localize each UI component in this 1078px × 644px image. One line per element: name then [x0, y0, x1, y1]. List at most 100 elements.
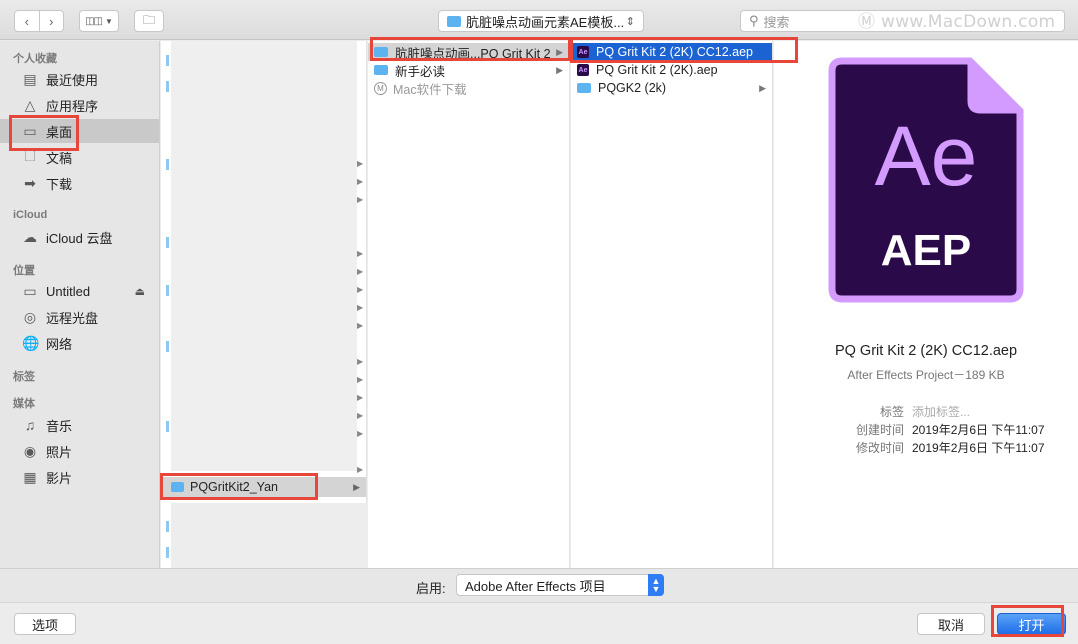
macdown-icon: M [374, 81, 387, 95]
path-popup[interactable]: 肮脏噪点动画元素AE模板... ⇕ [438, 10, 644, 32]
disclosure-arrow-icon: ▶ [357, 285, 364, 294]
sidebar-item-applications[interactable]: △ 应用程序 [0, 93, 159, 117]
music-icon: ♫ [24, 417, 36, 433]
folder-icon [166, 341, 169, 352]
meta-key: 标签 [879, 405, 904, 419]
browser-column-2[interactable]: 肮脏噪点动画...PQ Grit Kit 2 ▶ 新手必读 ▶ M Mac软件下… [368, 41, 570, 568]
sidebar-item-label: 下载 [46, 176, 73, 192]
favorites-header: 个人收藏 [13, 53, 57, 65]
folder-name: 肮脏噪点动画...PQ Grit Kit 2 [395, 46, 551, 61]
folder-row-selected[interactable]: PQGritKit2_Yan ▶ [161, 477, 366, 497]
folder-icon [171, 482, 184, 492]
options-button[interactable]: 选项 [14, 613, 76, 635]
view-mode-button[interactable]: ◫◫ ▼ [79, 10, 119, 32]
meta-value: 2019年2月6日 下午11:07 [912, 441, 1045, 455]
folder-row[interactable]: 新手必读 ▶ [368, 61, 569, 79]
meta-key: 创建时间 [855, 423, 904, 437]
sidebar-item-icloud-drive[interactable]: ☁ iCloud 云盘 [0, 225, 159, 249]
sidebar-item-untitled[interactable]: ▭ Untitled ⏏ [0, 279, 159, 303]
browser-column-3[interactable]: Ae PQ Grit Kit 2 (2K) CC12.aep Ae PQ Gri… [571, 41, 773, 568]
sidebar-item-label: 桌面 [46, 124, 73, 140]
cancel-button[interactable]: 取消 [917, 613, 985, 635]
sidebar-item-remote-disc[interactable]: ◎ 远程光盘 [0, 305, 159, 329]
meta-row-modified: 修改时间 2019年2月6日 下午11:07 [774, 439, 1078, 456]
aep-file-icon: Ae [577, 64, 589, 76]
folder-icon [166, 421, 169, 432]
enable-value: Adobe After Effects 项目 [465, 578, 606, 594]
add-tags-field[interactable]: 添加标签... [912, 403, 970, 420]
network-icon: 🌐 [22, 334, 40, 351]
folder-row[interactable]: PQGK2 (2k) ▶ [571, 79, 772, 97]
enable-popup[interactable]: Adobe After Effects 项目 ▲ ▼ [456, 574, 664, 596]
sidebar-item-photos[interactable]: ◉ 照片 [0, 439, 159, 463]
meta-row-created: 创建时间 2019年2月6日 下午11:07 [774, 421, 1078, 438]
desktop-icon: ▭ [23, 122, 37, 139]
disclosure-arrow-icon: ▶ [357, 267, 364, 276]
meta-row-tags: 标签 添加标签... [774, 403, 1078, 420]
obscured-file-list-lower [171, 503, 371, 575]
sidebar-item-movies[interactable]: ▦ 影片 [0, 465, 159, 489]
open-button[interactable]: 打开 [997, 613, 1066, 635]
disclosure-arrow-icon: ▶ [357, 249, 364, 258]
enable-label: 启用: [416, 581, 446, 596]
disclosure-arrow-icon: ▶ [357, 411, 364, 420]
folder-icon [374, 47, 388, 57]
disclosure-arrow-icon: ▶ [357, 375, 364, 384]
new-folder-icon: 🗀 [142, 12, 155, 27]
folder-name: 新手必读 [395, 64, 446, 79]
sidebar: 个人收藏 ▤ 最近使用 △ 应用程序 ▭ 桌面 🗋 文稿 ➡ 下载 iCloud… [0, 41, 160, 568]
file-row-selected[interactable]: Ae PQ Grit Kit 2 (2K) CC12.aep [571, 43, 772, 61]
recents-icon: ▤ [23, 70, 37, 87]
disclosure-arrow-icon: ▶ [556, 46, 563, 57]
folder-name: PQGK2 (2k) [598, 81, 667, 95]
sidebar-item-label: iCloud 云盘 [46, 230, 113, 246]
browser-column-1[interactable]: ▶ ▶ ▶ ▶ ▶ ▶ ▶ ▶ ▶ ▶ ▶ ▶ ▶ ▶ PQGritKit2_Y… [161, 41, 371, 575]
applications-icon: △ [24, 96, 36, 113]
folder-icon [374, 65, 388, 75]
obscured-file-list [171, 41, 357, 471]
preview-pane: Ae AEP PQ Grit Kit 2 (2K) CC12.aep After… [774, 41, 1078, 568]
folder-row-selected[interactable]: 肮脏噪点动画...PQ Grit Kit 2 ▶ [368, 43, 569, 61]
columns-view-icon: ◫◫ [85, 15, 103, 27]
link-row[interactable]: M Mac软件下载 [368, 79, 569, 97]
film-icon: ▦ [23, 468, 37, 485]
locations-header: 位置 [13, 265, 35, 277]
sidebar-item-label: 文稿 [46, 150, 73, 166]
camera-icon: ◉ [23, 442, 37, 459]
aep-file-icon: Ae [577, 46, 589, 58]
file-name: PQ Grit Kit 2 (2K) CC12.aep [596, 45, 754, 59]
bottom-bar: 选项 取消 打开 [0, 602, 1078, 644]
aep-text: AEP [881, 226, 971, 275]
chevron-left-icon[interactable]: ‹ [15, 11, 39, 31]
updown-chevron-icon: ⇕ [625, 15, 635, 28]
sidebar-item-label: Untitled [46, 283, 91, 299]
new-folder-button[interactable]: 🗀 [134, 10, 164, 32]
eject-icon[interactable]: ⏏ [135, 285, 145, 298]
meta-key: 修改时间 [855, 441, 904, 455]
disclosure-arrow-icon: ▶ [357, 195, 364, 204]
folder-icon [166, 159, 169, 170]
file-row[interactable]: Ae PQ Grit Kit 2 (2K).aep [571, 61, 772, 79]
sidebar-item-music[interactable]: ♫ 音乐 [0, 413, 159, 437]
sidebar-item-documents[interactable]: 🗋 文稿 [0, 145, 159, 169]
chevron-right-icon[interactable]: › [38, 11, 64, 31]
sidebar-item-desktop[interactable]: ▭ 桌面 [0, 119, 159, 143]
sidebar-item-label: 最近使用 [46, 72, 99, 88]
sidebar-item-network[interactable]: 🌐 网络 [0, 331, 159, 355]
sidebar-item-label: 远程光盘 [46, 310, 99, 326]
disclosure-arrow-icon: ▶ [759, 82, 766, 93]
downloads-icon: ➡ [24, 174, 36, 191]
sidebar-item-label: 音乐 [46, 418, 73, 434]
sidebar-item-downloads[interactable]: ➡ 下载 [0, 171, 159, 195]
sidebar-item-recents[interactable]: ▤ 最近使用 [0, 67, 159, 91]
path-label: 肮脏噪点动画元素AE模板... [466, 14, 625, 30]
preview-file-name: PQ Grit Kit 2 (2K) CC12.aep [834, 343, 1018, 359]
folder-icon [166, 237, 169, 248]
search-placeholder: 搜索 [763, 14, 790, 30]
chevron-down-icon: ▼ [104, 16, 113, 26]
disclosure-arrow-icon: ▶ [357, 321, 364, 330]
folder-icon [166, 81, 169, 92]
folder-icon [166, 285, 169, 296]
disclosure-arrow-icon: ▶ [357, 357, 364, 366]
folder-name: PQGritKit2_Yan [190, 480, 279, 494]
